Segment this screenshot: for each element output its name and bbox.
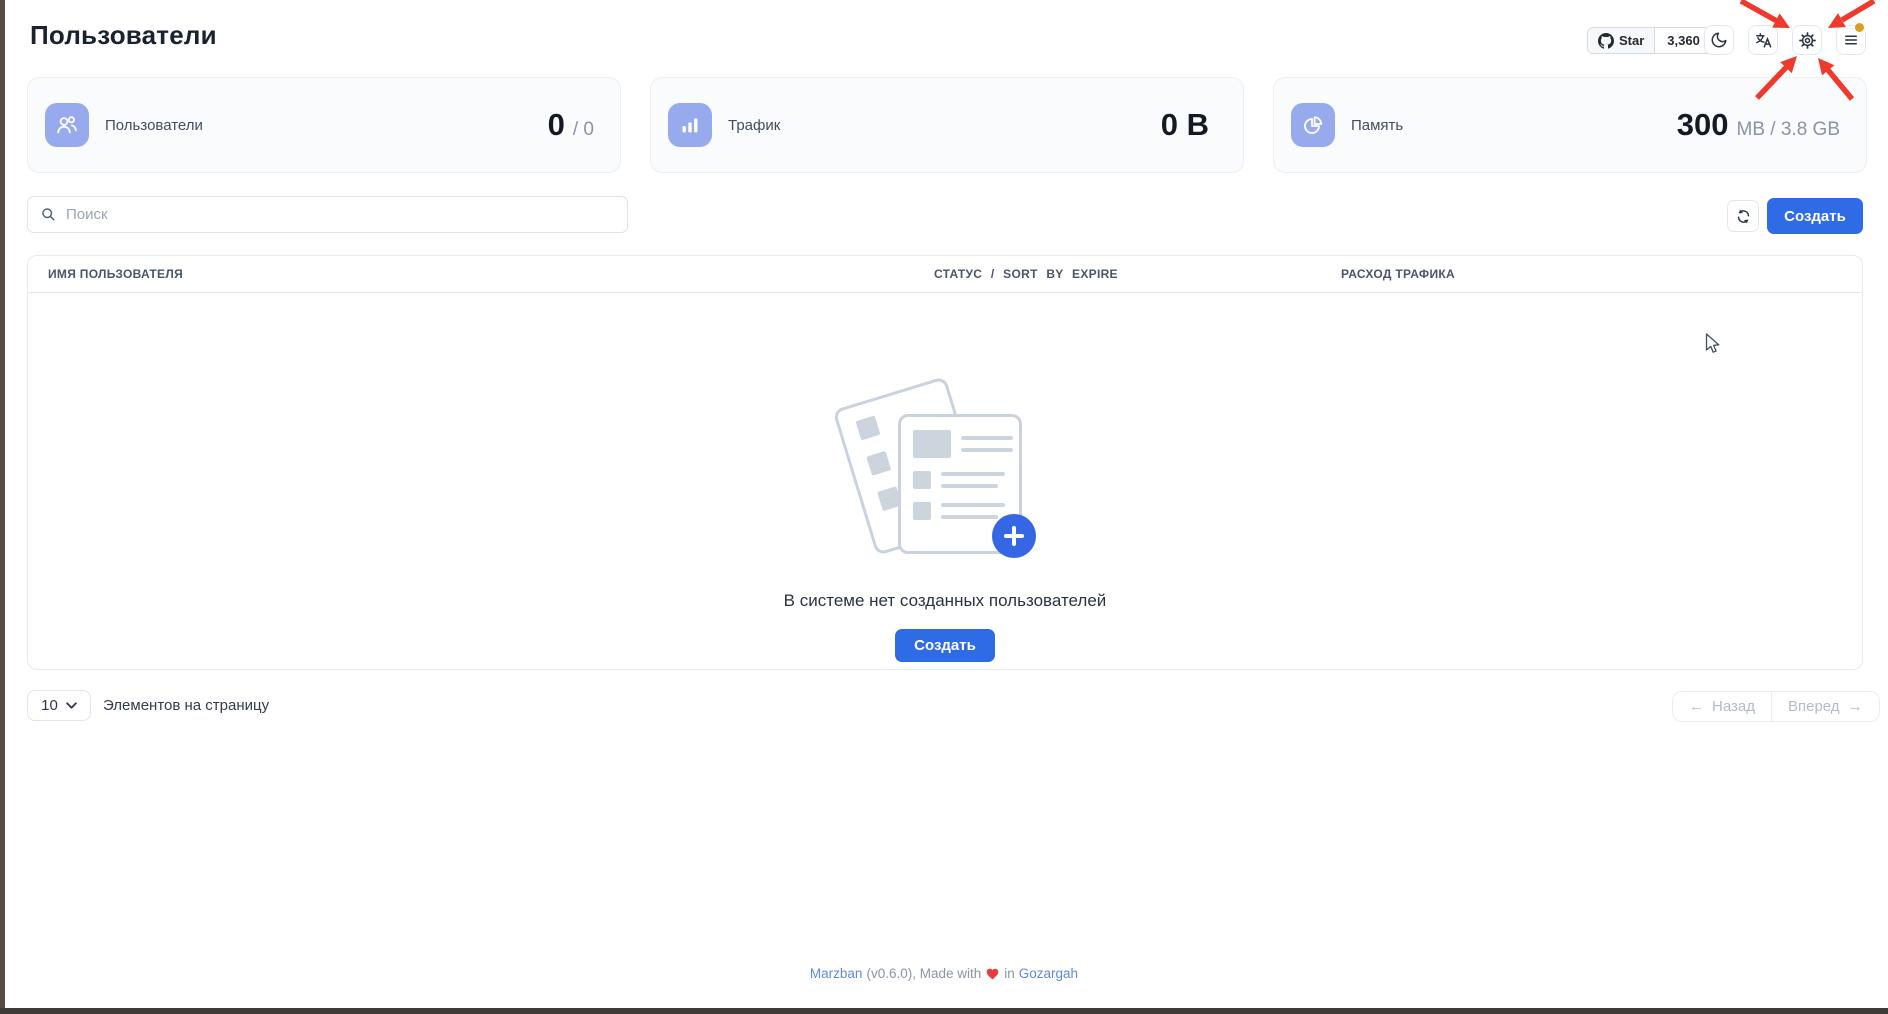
stat-value: 300	[1677, 107, 1729, 143]
footer-text: (v0.6.0), Made with	[866, 966, 981, 981]
per-page-label: Элементов на страницу	[103, 697, 269, 714]
gozargah-link[interactable]: Gozargah	[1019, 966, 1078, 981]
hamburger-icon	[1842, 31, 1860, 49]
github-octocat-icon	[1598, 33, 1614, 49]
settings-button[interactable]	[1792, 25, 1822, 55]
language-button[interactable]	[1748, 25, 1778, 55]
footer-in-text: in	[1004, 966, 1015, 981]
pagination-buttons: ← Назад Вперед →	[1672, 691, 1880, 722]
pie-chart-icon	[1291, 103, 1335, 147]
refresh-icon	[1735, 208, 1752, 225]
stat-label: Память	[1351, 117, 1403, 134]
stat-label: Пользователи	[105, 117, 203, 134]
github-star-label: Star	[1619, 33, 1644, 48]
column-status-sort-by-expire[interactable]: СТАТУС / SORT BY EXPIRE	[934, 267, 1341, 281]
search-box[interactable]	[27, 196, 628, 233]
stat-value: 0 B	[1161, 107, 1209, 143]
column-username[interactable]: ИМЯ ПОЛЬЗОВАТЕЛЯ	[28, 267, 934, 281]
prev-page-button[interactable]: ← Назад	[1673, 692, 1772, 721]
empty-message: В системе нет созданных пользователей	[784, 591, 1107, 611]
next-page-button[interactable]: Вперед →	[1772, 692, 1879, 721]
heart-icon	[985, 967, 1000, 981]
translate-icon	[1754, 31, 1773, 50]
table-header-row: ИМЯ ПОЛЬЗОВАТЕЛЯ СТАТУС / SORT BY EXPIRE…	[28, 256, 1862, 293]
bar-chart-icon	[668, 103, 712, 147]
window-left-edge	[0, 0, 5, 1014]
search-input[interactable]	[66, 206, 615, 223]
stat-label: Трафик	[728, 117, 780, 134]
stat-card-users: Пользователи 0 / 0	[27, 77, 621, 173]
column-traffic-usage[interactable]: РАСХОД ТРАФИКА	[1341, 267, 1862, 281]
arrow-left-icon: ←	[1689, 698, 1704, 715]
empty-state: В системе нет созданных пользователей Со…	[28, 293, 1862, 662]
gear-icon	[1798, 31, 1817, 50]
github-star-button[interactable]: Star	[1588, 28, 1655, 53]
github-star-widget[interactable]: Star 3,360	[1587, 27, 1713, 54]
page-title: Пользователи	[30, 20, 217, 51]
search-icon	[40, 206, 57, 223]
stat-suffix: MB / 3.8 GB	[1737, 119, 1840, 141]
notification-dot	[1855, 23, 1864, 32]
arrow-right-icon: →	[1848, 698, 1863, 715]
marzban-link[interactable]: Marzban	[810, 966, 863, 981]
stat-card-memory: Память 300 MB / 3.8 GB	[1273, 77, 1867, 173]
chevron-down-icon	[66, 702, 77, 709]
stat-suffix: / 0	[573, 119, 594, 141]
page-size-select[interactable]: 10	[27, 690, 91, 721]
stats-cards: Пользователи 0 / 0 Трафик 0 B Память 300 M…	[27, 77, 1867, 173]
stat-value: 0	[548, 107, 565, 143]
page-size-value: 10	[41, 697, 58, 714]
footer: Marzban (v0.6.0), Made with in Gozargah	[0, 966, 1888, 981]
window-bottom-edge	[0, 1008, 1888, 1014]
users-icon	[45, 103, 89, 147]
stat-card-traffic: Трафик 0 B	[650, 77, 1244, 173]
documents-illustration	[840, 386, 1050, 571]
refresh-button[interactable]	[1727, 200, 1759, 232]
dark-mode-button[interactable]	[1704, 25, 1734, 55]
plus-circle-icon	[992, 514, 1036, 558]
create-button[interactable]: Создать	[1767, 198, 1863, 234]
empty-create-button[interactable]: Создать	[895, 629, 995, 662]
marzban-users-page: Пользователи Star 3,360	[0, 0, 1888, 1014]
moon-icon	[1710, 31, 1728, 49]
users-table: ИМЯ ПОЛЬЗОВАТЕЛЯ СТАТУС / SORT BY EXPIRE…	[27, 255, 1863, 670]
